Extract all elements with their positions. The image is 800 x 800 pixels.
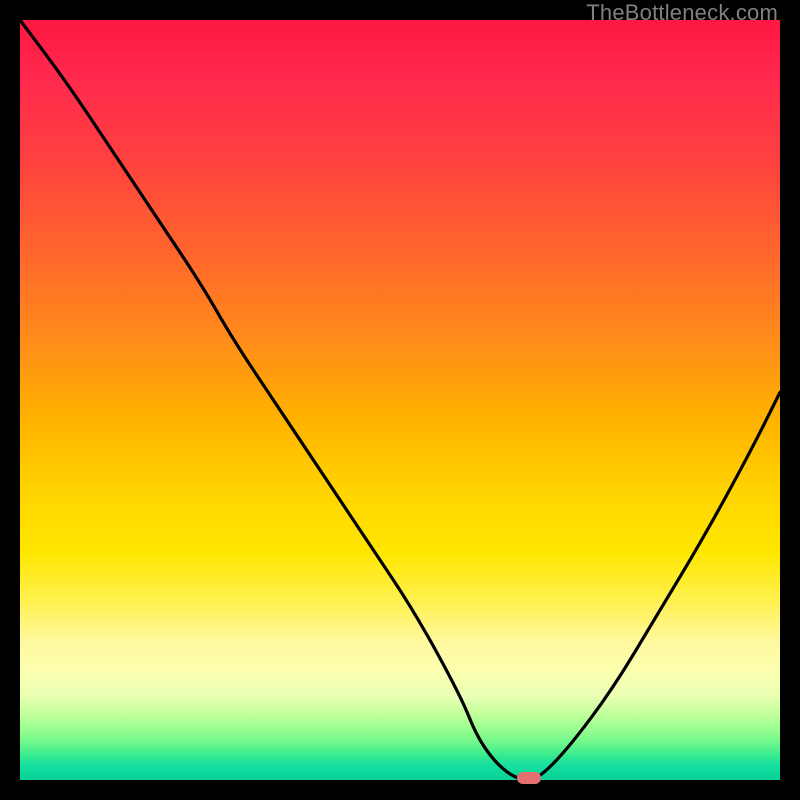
- optimal-marker: [517, 772, 541, 784]
- chart-frame: TheBottleneck.com: [0, 0, 800, 800]
- plot-area: [20, 20, 780, 780]
- bottleneck-curve: [20, 20, 780, 780]
- curve-path: [20, 20, 780, 780]
